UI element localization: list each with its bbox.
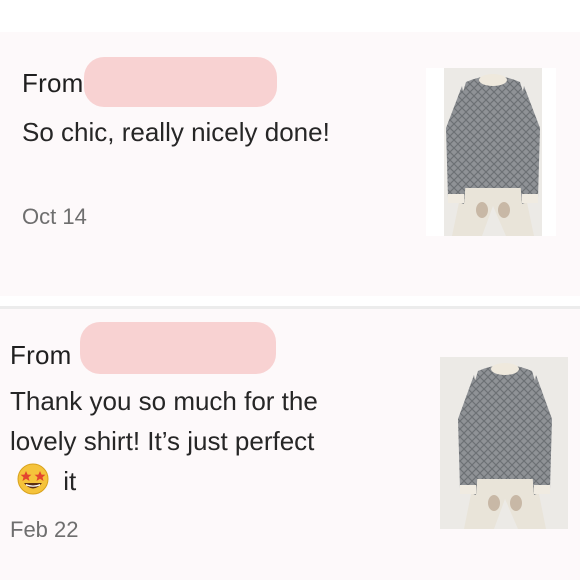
review-date: Oct 14 <box>22 204 87 229</box>
review-text: So chic, really nicely done! <box>22 117 330 147</box>
review-date: Feb 22 <box>10 517 79 542</box>
product-thumbnail[interactable] <box>426 68 556 236</box>
review-text-main: Thank you so much for the lovely shirt! … <box>10 386 318 456</box>
star-struck-emoji-icon <box>16 462 50 496</box>
review-text: Thank you so much for the lovely shirt! … <box>10 381 350 501</box>
redacted-username <box>80 322 276 374</box>
redacted-username <box>84 57 277 107</box>
gray-knit-sweater-photo <box>444 68 542 236</box>
review-text-tail: it <box>63 466 77 496</box>
gray-knit-sweater-photo <box>440 357 568 529</box>
review-card: From So chic, really nicely done! Oct 14 <box>0 32 580 296</box>
review-card: From Thank you so much for the lovely sh… <box>0 306 580 580</box>
from-label: From <box>22 68 84 98</box>
product-thumbnail[interactable] <box>440 357 568 529</box>
reviews-page: From So chic, really nicely done! Oct 14 <box>0 0 580 580</box>
from-label: From <box>10 340 72 370</box>
